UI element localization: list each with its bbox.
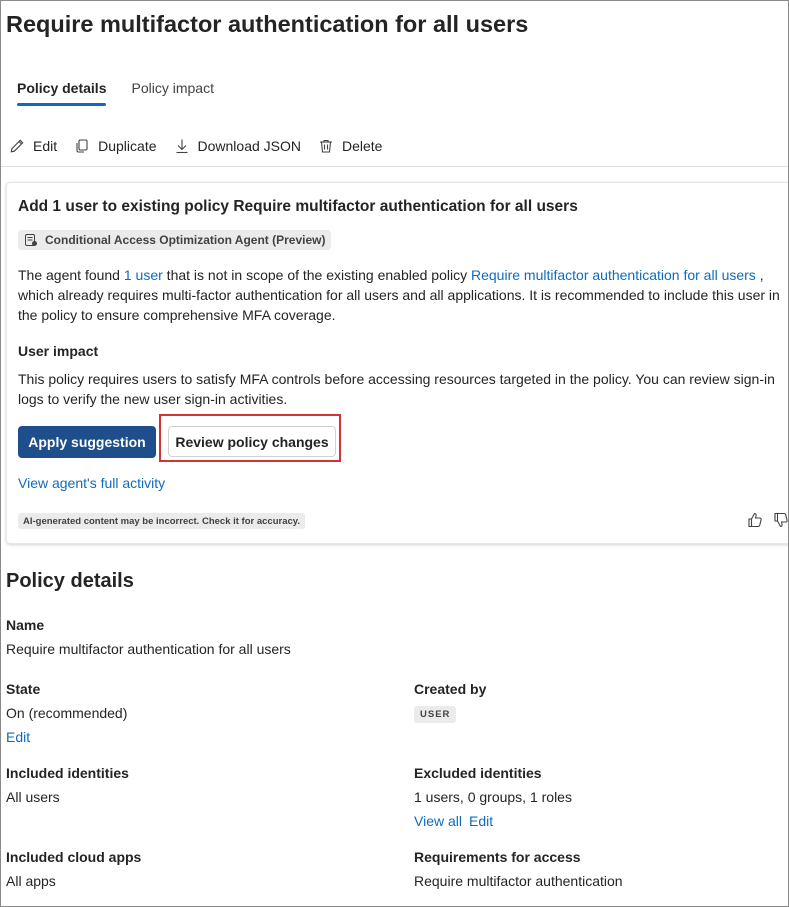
requirements-label: Requirements for access <box>414 849 581 865</box>
created-by-badge: USER <box>414 706 457 723</box>
thumbs-up-icon[interactable] <box>746 511 764 529</box>
page-title: Require multifactor authentication for a… <box>6 11 529 37</box>
agent-badge-label: Conditional Access Optimization Agent (P… <box>45 233 326 247</box>
included-identities-label: Included identities <box>6 765 129 781</box>
copy-icon <box>76 139 88 153</box>
excluded-edit-link[interactable]: Edit <box>469 813 493 829</box>
download-icon <box>176 139 187 154</box>
view-all-link[interactable]: View all <box>414 813 462 829</box>
download-json-button[interactable]: Download JSON <box>174 138 302 154</box>
command-bar: Edit Duplicate Download JSON Delete <box>9 138 399 154</box>
user-link[interactable]: 1 user <box>124 267 163 283</box>
duplicate-label: Duplicate <box>98 138 157 154</box>
included-apps-label: Included cloud apps <box>6 849 142 865</box>
state-value: On (recommended) <box>6 705 128 721</box>
desc-text: that is not in scope of the existing ena… <box>162 267 471 283</box>
state-edit-link[interactable]: Edit <box>6 729 30 745</box>
delete-label: Delete <box>342 138 383 154</box>
edit-button[interactable]: Edit <box>9 138 57 154</box>
agent-icon <box>25 234 37 246</box>
apply-suggestion-button[interactable]: Apply suggestion <box>18 426 156 458</box>
desc-text: The agent found <box>18 267 124 283</box>
tab-policy-details[interactable]: Policy details <box>17 80 107 106</box>
user-impact-heading: User impact <box>18 343 99 359</box>
excluded-identities-label: Excluded identities <box>414 765 542 781</box>
name-label: Name <box>6 617 45 633</box>
trash-icon <box>320 139 332 153</box>
suggestion-title: Add 1 user to existing policy Require mu… <box>18 198 578 215</box>
tab-policy-impact[interactable]: Policy impact <box>131 80 213 106</box>
pencil-icon <box>10 139 24 153</box>
agent-badge: Conditional Access Optimization Agent (P… <box>18 230 332 250</box>
toolbar-divider <box>1 166 788 167</box>
policy-details-heading: Policy details <box>6 570 134 592</box>
suggestion-card: Add 1 user to existing policy Require mu… <box>6 182 789 544</box>
view-agent-activity-link[interactable]: View agent's full activity <box>18 475 165 491</box>
download-label: Download JSON <box>197 138 302 154</box>
duplicate-button[interactable]: Duplicate <box>74 138 157 154</box>
included-apps-value: All apps <box>6 873 56 889</box>
policy-link[interactable]: Require multifactor authentication for a… <box>471 267 756 283</box>
review-policy-changes-button[interactable]: Review policy changes <box>168 426 336 457</box>
state-label: State <box>6 681 41 697</box>
name-value: Require multifactor authentication for a… <box>6 641 291 657</box>
tab-bar: Policy details Policy impact <box>17 80 239 106</box>
thumbs-down-icon[interactable] <box>772 511 789 529</box>
ai-disclaimer-badge: AI-generated content may be incorrect. C… <box>18 513 305 529</box>
policy-panel: Require multifactor authentication for a… <box>0 0 789 907</box>
edit-label: Edit <box>33 138 58 154</box>
excluded-identities-value: 1 users, 0 groups, 1 roles <box>414 789 572 805</box>
suggestion-description: The agent found 1 user that is not in sc… <box>18 265 786 325</box>
included-identities-value: All users <box>6 789 60 805</box>
created-by-label: Created by <box>414 681 487 697</box>
requirements-value: Require multifactor authentication <box>414 873 623 889</box>
user-impact-text: This policy requires users to satisfy MF… <box>18 371 775 407</box>
delete-button[interactable]: Delete <box>318 138 382 154</box>
